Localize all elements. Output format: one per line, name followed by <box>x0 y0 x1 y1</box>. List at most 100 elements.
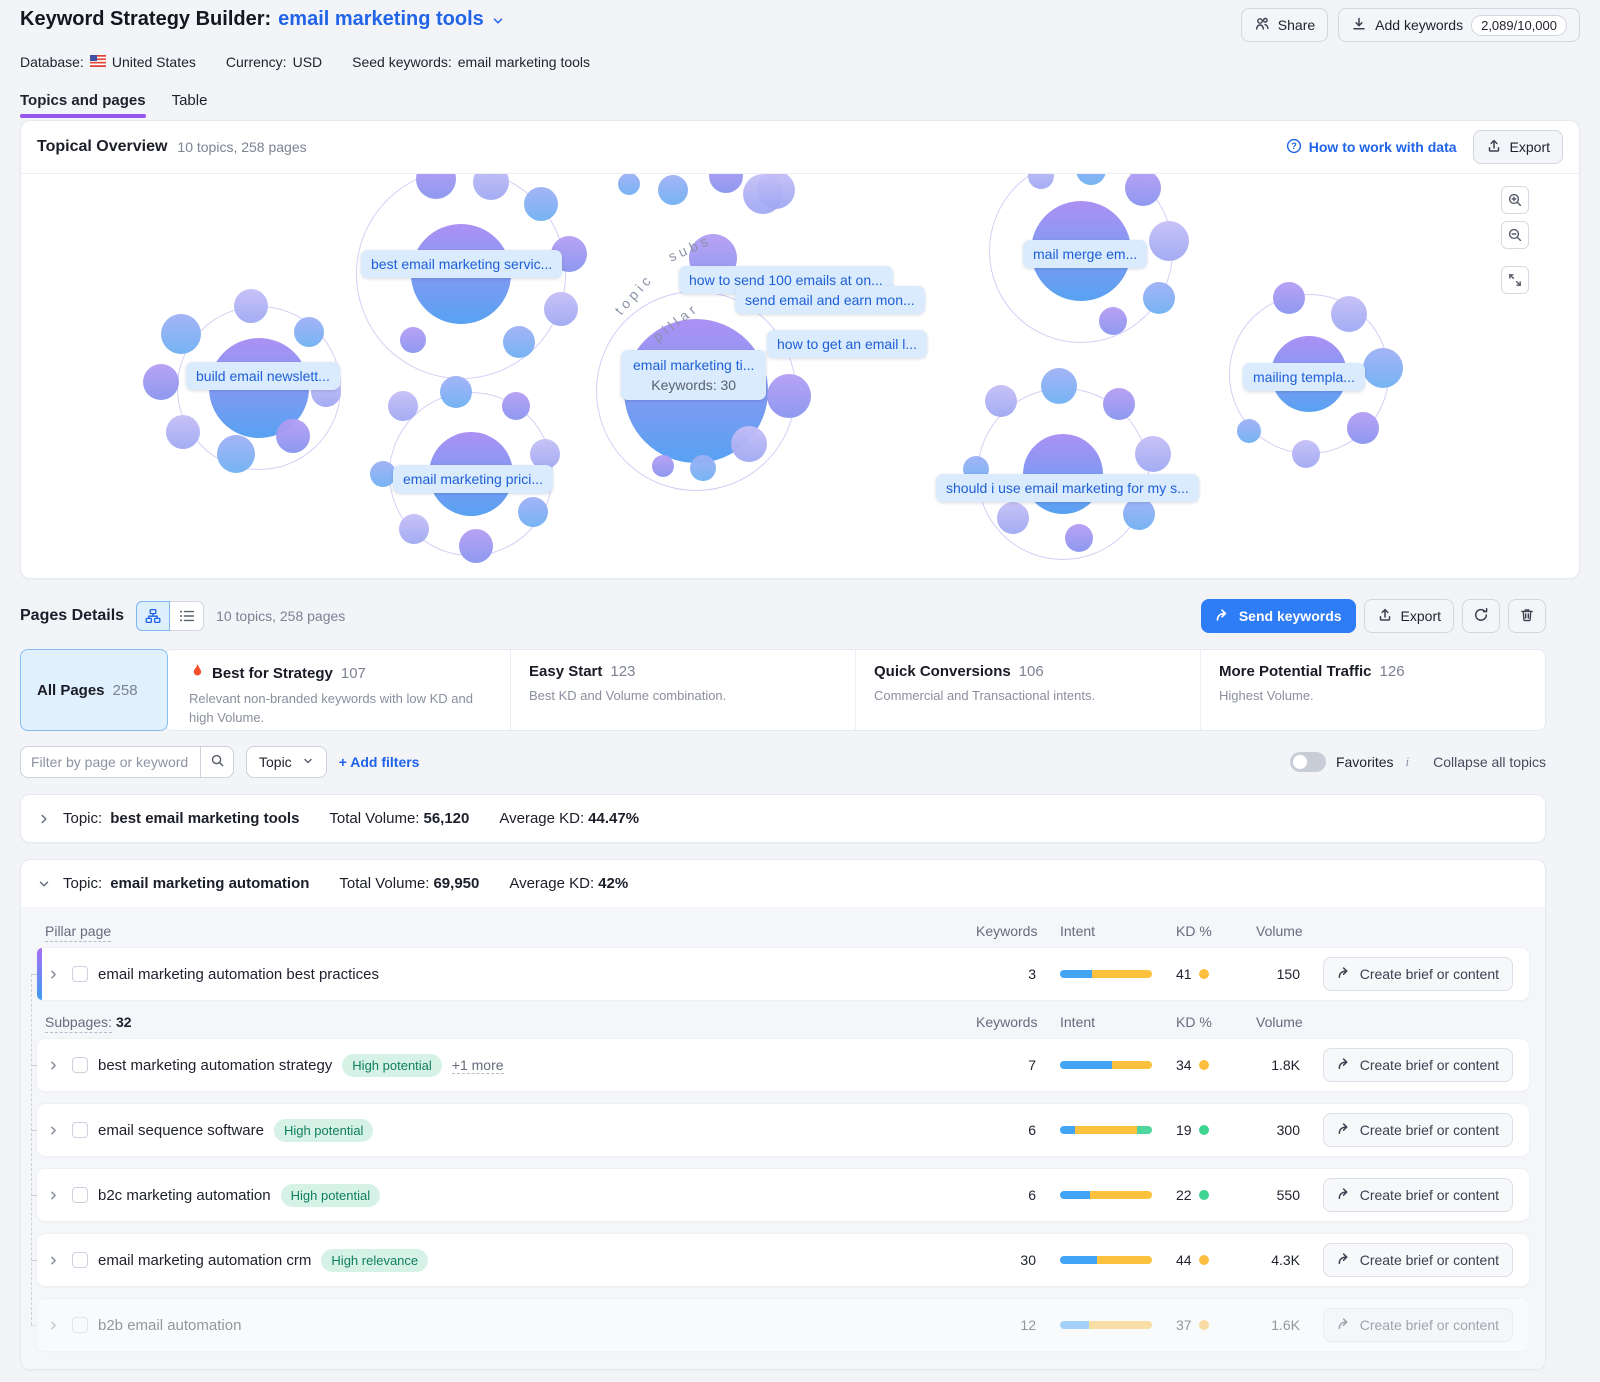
pages-export-button[interactable]: Export <box>1364 599 1454 633</box>
topic-bubble[interactable] <box>731 426 767 462</box>
tab-topics-and-pages[interactable]: Topics and pages <box>20 92 146 118</box>
info-icon[interactable]: i <box>1404 754 1412 770</box>
topic-bubble[interactable] <box>399 514 429 544</box>
bubble-label-build-email-newsletter[interactable]: build email newslett... <box>186 362 340 390</box>
how-to-work-link[interactable]: ? How to work with data <box>1286 138 1457 157</box>
topic-bubble[interactable] <box>1363 348 1403 388</box>
create-brief-button[interactable]: Create brief or content <box>1323 1308 1513 1342</box>
topic-bubble[interactable] <box>1099 307 1127 335</box>
topic-bubble[interactable] <box>1149 221 1189 261</box>
topic-bubble[interactable] <box>997 502 1029 534</box>
overview-export-button[interactable]: Export <box>1473 130 1563 164</box>
topic-bubble[interactable] <box>143 364 179 400</box>
topic-bubble[interactable] <box>757 174 795 209</box>
search-button[interactable] <box>200 746 234 778</box>
share-button[interactable]: Share <box>1241 8 1328 42</box>
create-brief-button[interactable]: Create brief or content <box>1323 1178 1513 1212</box>
collapse-all-topics-link[interactable]: Collapse all topics <box>1433 754 1546 770</box>
topic-bubble[interactable] <box>1273 282 1305 314</box>
filter-search-input[interactable] <box>20 746 200 778</box>
project-dropdown-icon[interactable] <box>491 14 505 28</box>
refresh-button[interactable] <box>1462 599 1500 633</box>
favorites-toggle[interactable] <box>1290 752 1326 772</box>
bubble-label-mailing-templates[interactable]: mailing templa... <box>1243 363 1365 391</box>
expand-topic-icon[interactable] <box>37 812 51 826</box>
topic-bubble[interactable] <box>652 455 674 477</box>
expand-row-icon[interactable] <box>45 1252 62 1269</box>
topic-bubble[interactable] <box>388 391 418 421</box>
pillar-topic-tooltip[interactable]: email marketing ti... Keywords: 30 <box>621 350 766 400</box>
zoom-out-button[interactable] <box>1501 221 1529 249</box>
topic-bubble[interactable] <box>503 326 535 358</box>
topic-bubble[interactable] <box>690 455 716 481</box>
topic-bubble[interactable] <box>618 174 640 195</box>
topic-bubble[interactable] <box>1103 388 1135 420</box>
topic-bubble[interactable] <box>400 327 426 353</box>
strategy-tab-all-pages[interactable]: All Pages 258 <box>20 649 168 731</box>
topic-bubble[interactable] <box>234 289 268 323</box>
topic-bubble[interactable] <box>276 419 310 453</box>
list-view-button[interactable] <box>170 601 204 631</box>
expand-row-icon[interactable] <box>45 1187 62 1204</box>
create-brief-button[interactable]: Create brief or content <box>1323 1113 1513 1147</box>
topic-bubble[interactable] <box>1292 440 1320 468</box>
bubble-label-email-marketing-pricing[interactable]: email marketing prici... <box>393 465 553 493</box>
expand-row-icon[interactable] <box>45 1057 62 1074</box>
tree-view-button[interactable] <box>136 601 170 631</box>
topic-bubble[interactable] <box>294 317 324 347</box>
bubble-label-send-email-earn-money[interactable]: send email and earn mon... <box>735 286 925 314</box>
create-brief-button[interactable]: Create brief or content <box>1323 1243 1513 1277</box>
topic-bubble[interactable] <box>709 174 743 193</box>
delete-button[interactable] <box>1508 599 1546 633</box>
topic-bubble[interactable] <box>518 497 548 527</box>
topic-bubble[interactable] <box>161 314 201 354</box>
send-keywords-button[interactable]: Send keywords <box>1201 599 1356 633</box>
create-brief-button[interactable]: Create brief or content <box>1323 957 1513 991</box>
topic-bubble[interactable] <box>524 187 558 221</box>
strategy-tab[interactable]: Quick Conversions 106 Commercial and Tra… <box>855 650 1200 730</box>
topic-bubble[interactable] <box>1143 282 1175 314</box>
row-checkbox[interactable] <box>72 1317 88 1333</box>
bubble-label-how-to-get-email-list[interactable]: how to get an email l... <box>767 330 927 358</box>
topic-bubble[interactable] <box>658 175 688 205</box>
topic-bubble[interactable] <box>1123 498 1155 530</box>
topic-bubble[interactable] <box>1331 296 1367 332</box>
topic-bubble[interactable] <box>767 374 811 418</box>
row-checkbox[interactable] <box>72 1122 88 1138</box>
create-brief-button[interactable]: Create brief or content <box>1323 1048 1513 1082</box>
topic-filter-dropdown[interactable]: Topic <box>246 746 327 778</box>
topic-bubble[interactable] <box>1347 412 1379 444</box>
topic-bubble[interactable] <box>1237 419 1261 443</box>
topic-bubble[interactable] <box>1135 436 1171 472</box>
expand-row-icon[interactable] <box>45 1122 62 1139</box>
row-checkbox[interactable] <box>72 1187 88 1203</box>
topic-bubble[interactable] <box>1041 368 1077 404</box>
topic-bubble[interactable] <box>502 392 530 420</box>
zoom-in-button[interactable] <box>1501 186 1529 214</box>
topic-bubble[interactable] <box>985 385 1017 417</box>
more-badges-link[interactable]: +1 more <box>452 1057 504 1074</box>
topic-bubble[interactable] <box>459 529 493 563</box>
expand-row-icon[interactable] <box>45 1317 62 1334</box>
strategy-tab[interactable]: Easy Start 123 Best KD and Volume combin… <box>510 650 855 730</box>
topic-bubble[interactable] <box>1065 524 1093 552</box>
collapse-topic-icon[interactable] <box>37 877 51 891</box>
topic-bubble[interactable] <box>166 415 200 449</box>
row-checkbox[interactable] <box>72 1057 88 1073</box>
row-checkbox[interactable] <box>72 1252 88 1268</box>
bubble-label-mail-merge[interactable]: mail merge em... <box>1023 240 1147 268</box>
project-name[interactable]: email marketing tools <box>278 8 484 31</box>
fit-view-button[interactable] <box>1501 266 1529 294</box>
topic-bubble[interactable] <box>440 376 472 408</box>
bubble-label-best-email-marketing-services[interactable]: best email marketing servic... <box>361 250 562 278</box>
tab-table[interactable]: Table <box>172 92 208 118</box>
add-filters-link[interactable]: + Add filters <box>339 754 420 770</box>
bubble-label-should-i-use-email-marketing[interactable]: should i use email marketing for my s... <box>936 474 1199 502</box>
topic-bubble[interactable] <box>217 435 255 473</box>
strategy-tab[interactable]: Best for Strategy 107 Relevant non-brand… <box>165 650 510 730</box>
strategy-tab[interactable]: More Potential Traffic 126 Highest Volum… <box>1200 650 1545 730</box>
topic-bubble[interactable] <box>544 292 578 326</box>
row-checkbox[interactable] <box>72 966 88 982</box>
expand-row-icon[interactable] <box>45 966 62 983</box>
add-keywords-button[interactable]: Add keywords 2,089/10,000 <box>1338 8 1580 42</box>
